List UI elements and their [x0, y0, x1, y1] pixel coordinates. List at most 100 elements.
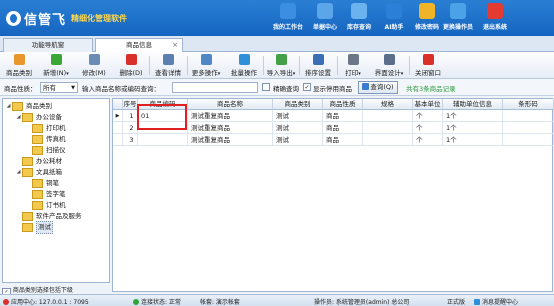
header-button-users[interactable]: 更换操作员 — [440, 3, 476, 35]
row-indicator — [113, 134, 123, 146]
column-header[interactable]: 商品性质 — [323, 99, 363, 110]
status-filter-select[interactable]: 所有 ▼ — [40, 82, 78, 93]
tab-navigation[interactable]: 功能导航窗 — [3, 38, 93, 52]
table-cell[interactable] — [503, 110, 554, 122]
row-indicator — [113, 122, 123, 134]
table-cell[interactable]: 测试 — [273, 110, 323, 122]
tree-root[interactable]: ◢ 商品类别 — [5, 101, 109, 112]
tree-node[interactable]: ◢ 办公设备 — [5, 112, 109, 123]
query-button[interactable]: 查询(Q) — [358, 81, 398, 94]
table-cell[interactable]: 商品 — [323, 110, 363, 122]
toolbar-label-wrap: 打印▾ — [338, 67, 368, 77]
table-cell[interactable] — [363, 134, 413, 146]
toolbar-label-wrap: 更多操作▾ — [188, 67, 224, 77]
toolbar-sort-button[interactable]: 排序设置 — [300, 54, 336, 78]
toolbar-delete-button[interactable]: 删除(D) — [114, 54, 148, 78]
folder-icon — [22, 157, 33, 166]
app-header: 信管飞 精细化管理软件 我的工作台 单据中心 库存查询 AI助手 修改密码 更换操作员 退出… — [0, 0, 554, 36]
tree-node[interactable]: 订书机 — [5, 200, 109, 211]
status-filter-value: 所有 — [43, 84, 56, 92]
table-cell[interactable] — [503, 134, 554, 146]
dropdown-arrow-icon[interactable]: ▾ — [401, 71, 404, 77]
toolbar-import-export-button[interactable]: 导入导出▾ — [264, 54, 298, 78]
column-header[interactable]: 条形码 — [503, 99, 554, 110]
toolbar-category-button[interactable]: 商品类别 — [2, 54, 36, 78]
header-button-monitor[interactable]: 我的工作台 — [270, 3, 306, 35]
column-header[interactable]: 序号 — [123, 99, 138, 110]
table-cell[interactable]: 测试 — [273, 134, 323, 146]
tab-close-icon[interactable]: × — [172, 39, 178, 52]
tree-node[interactable]: 传真机 — [5, 134, 109, 145]
tree-node[interactable]: 签字笔 — [5, 189, 109, 200]
search-input[interactable] — [172, 82, 258, 93]
column-header[interactable]: 规格 — [363, 99, 413, 110]
dropdown-arrow-icon[interactable]: ▾ — [66, 71, 69, 77]
expand-toggle-icon[interactable]: ◢ — [15, 112, 22, 123]
tree-node[interactable]: 测试 — [5, 221, 109, 234]
table-cell[interactable]: 测试重复商品 — [188, 110, 273, 122]
row-indicator-header — [113, 99, 123, 110]
toolbar-more-button[interactable]: 更多操作▾ — [188, 54, 224, 78]
folder-icon — [22, 212, 33, 221]
table-cell[interactable]: 测试重复商品 — [188, 134, 273, 146]
header-button-info[interactable]: AI助手 — [376, 3, 412, 35]
table-cell[interactable]: 个 — [413, 110, 443, 122]
table-cell[interactable] — [363, 122, 413, 134]
table-cell[interactable]: 3 — [123, 134, 138, 146]
table-cell[interactable]: 个 — [413, 122, 443, 134]
table-cell[interactable] — [503, 122, 554, 134]
column-header[interactable]: 商品名称 — [188, 99, 273, 110]
header-button-document[interactable]: 单据中心 — [307, 3, 343, 35]
dropdown-arrow-icon[interactable]: ▾ — [293, 71, 296, 77]
toolbar-add-button[interactable]: 新增(N)▾ — [38, 54, 74, 78]
table-cell[interactable]: 测试 — [273, 122, 323, 134]
table-cell[interactable] — [138, 134, 188, 146]
toolbar-edit-button[interactable]: 修改(M) — [76, 54, 112, 78]
tree-node[interactable]: 打印机 — [5, 123, 109, 134]
table-cell[interactable]: 1个 — [443, 110, 503, 122]
close-window-icon — [422, 54, 434, 65]
folder-icon — [32, 201, 43, 210]
status-extra[interactable]: 消息提醒中心 — [474, 297, 518, 306]
table-cell[interactable]: 1个 — [443, 134, 503, 146]
tree-node-label: 铜笔 — [46, 179, 59, 187]
table-cell[interactable]: 1个 — [443, 122, 503, 134]
table-cell[interactable]: 商品 — [323, 134, 363, 146]
table-cell[interactable]: 个 — [413, 134, 443, 146]
show-disabled-checkbox[interactable]: ✓ — [303, 83, 311, 91]
column-header[interactable]: 辅助单位信息 — [443, 99, 503, 110]
tree-node[interactable]: 办公耗材 — [5, 156, 109, 167]
column-header[interactable]: 商品类别 — [273, 99, 323, 110]
expand-toggle-icon[interactable]: ◢ — [5, 101, 12, 112]
table-cell[interactable]: 2 — [123, 122, 138, 134]
header-button-warehouse[interactable]: 库存查询 — [341, 3, 377, 35]
toolbar-label: 更多操作 — [191, 69, 218, 77]
tree-node[interactable]: 扫描仪 — [5, 145, 109, 156]
column-header[interactable]: 基本单位 — [413, 99, 443, 110]
toolbar-label-wrap: 查看详情 — [150, 67, 186, 77]
monitor-icon — [280, 3, 296, 19]
tree-node[interactable]: ◢ 文具纸箱 — [5, 167, 109, 178]
filter-bar: 商品性质： 所有 ▼ 输入商品名称或编码查询： 精确查询 ✓ 显示停用商品 查询… — [0, 79, 554, 96]
table-cell[interactable]: 1 — [123, 110, 138, 122]
toolbar-label-wrap: 新增(N)▾ — [38, 67, 74, 77]
add-icon — [50, 54, 62, 65]
exact-query-checkbox[interactable] — [262, 83, 270, 91]
table-cell[interactable]: 测试重复商品 — [188, 122, 273, 134]
tab-product-info[interactable]: 商品信息 × — [95, 38, 183, 53]
toolbar-design-button[interactable]: 界面设计▾ — [370, 54, 408, 78]
tree-node[interactable]: 铜笔 — [5, 178, 109, 189]
info-icon — [386, 3, 402, 19]
table-cell[interactable]: 商品 — [323, 122, 363, 134]
toolbar-print-button[interactable]: 打印▾ — [338, 54, 368, 78]
toolbar-batch-button[interactable]: 批量操作 — [226, 54, 262, 78]
toolbar-close-window-button[interactable]: 关闭窗口 — [410, 54, 446, 78]
exact-query-label: 精确查询 — [273, 85, 299, 93]
dropdown-arrow-icon[interactable]: ▾ — [358, 71, 361, 77]
header-button-exit[interactable]: 退出系统 — [477, 3, 513, 35]
toolbar-detail-button[interactable]: 查看详情 — [150, 54, 186, 78]
table-cell[interactable] — [363, 110, 413, 122]
expand-toggle-icon[interactable]: ◢ — [15, 167, 22, 178]
dropdown-arrow-icon[interactable]: ▾ — [218, 71, 221, 77]
tree-node[interactable]: 软件产品及服务 — [5, 211, 109, 222]
